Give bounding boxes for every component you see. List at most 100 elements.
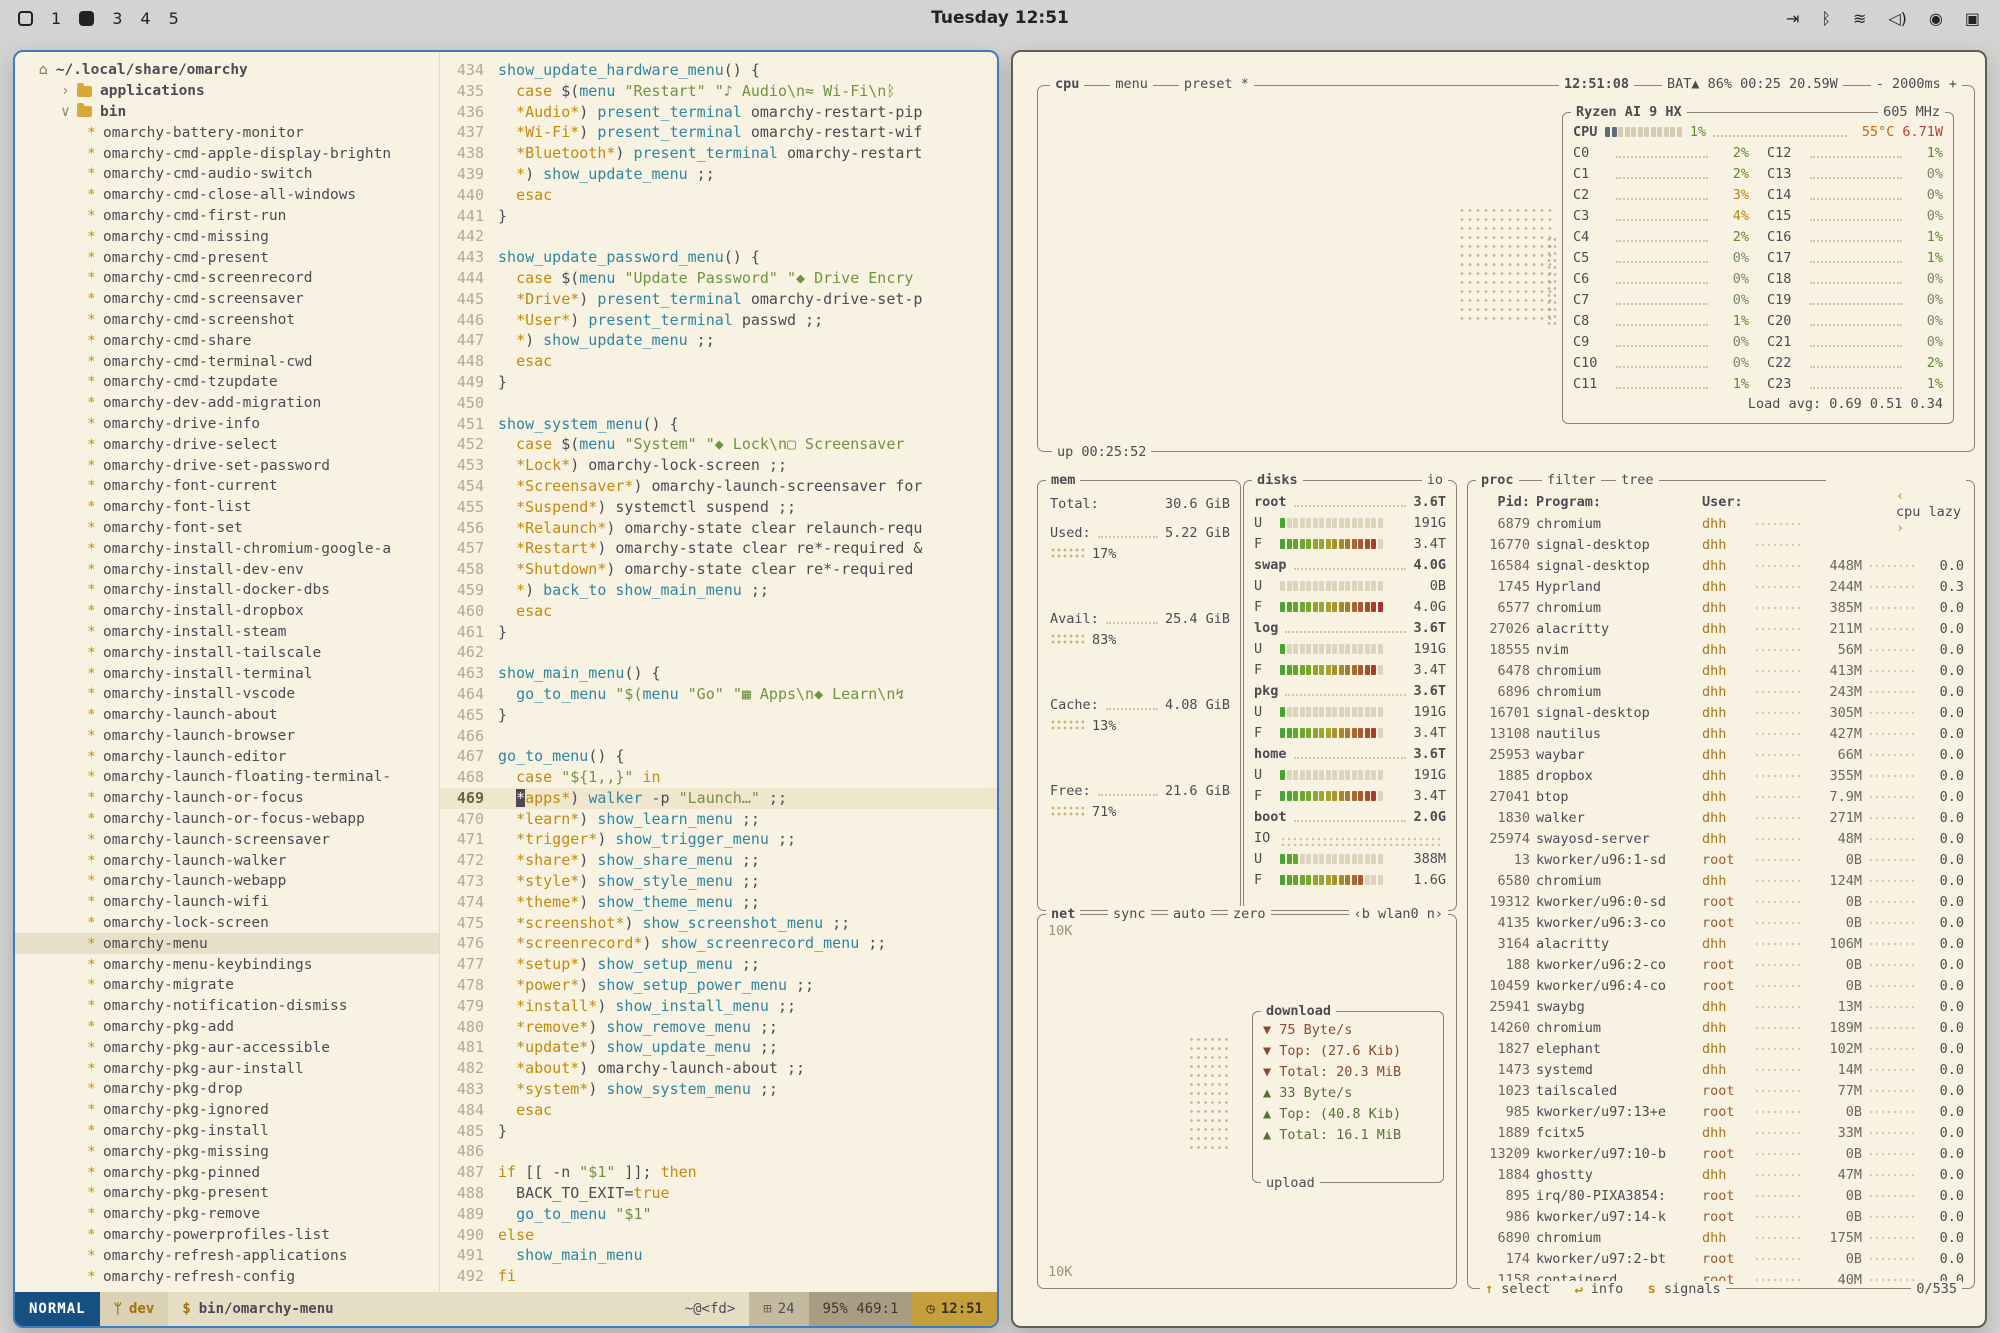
- tree-file[interactable]: *omarchy-pkg-pinned: [15, 1162, 439, 1183]
- tree-file[interactable]: *omarchy-powerprofiles-list: [15, 1225, 439, 1246]
- tree-file[interactable]: *omarchy-font-current: [15, 476, 439, 497]
- preset-button[interactable]: preset *: [1179, 76, 1254, 92]
- proc-row[interactable]: 18555nvimdhh56M0.0: [1480, 639, 1964, 660]
- tree-folder-bin[interactable]: bin: [15, 102, 439, 123]
- tree-file[interactable]: *omarchy-install-docker-dbs: [15, 580, 439, 601]
- proc-row[interactable]: 3164alacrittydhh106M0.0: [1480, 933, 1964, 954]
- code-editor[interactable]: 434show_update_hardware_menu() {435 case…: [439, 52, 997, 1292]
- tree-file[interactable]: *omarchy-pkg-install: [15, 1121, 439, 1142]
- proc-row[interactable]: 27026alacrittydhh211M0.0: [1480, 618, 1964, 639]
- tree-file[interactable]: *omarchy-cmd-screenrecord: [15, 268, 439, 289]
- tree-file[interactable]: *omarchy-launch-browser: [15, 726, 439, 747]
- mem-box-title[interactable]: mem: [1046, 472, 1080, 488]
- net-auto-button[interactable]: auto: [1168, 906, 1211, 922]
- proc-row[interactable]: 10459kworker/u96:4-coroot0B0.0: [1480, 975, 1964, 996]
- tree-file[interactable]: *omarchy-cmd-apple-display-brightn: [15, 143, 439, 164]
- disks-box-title[interactable]: disks: [1252, 472, 1303, 488]
- tree-file[interactable]: *omarchy-lock-screen: [15, 913, 439, 934]
- sort-prev-icon[interactable]: ‹: [1896, 488, 1904, 504]
- tree-file[interactable]: *omarchy-cmd-audio-switch: [15, 164, 439, 185]
- proc-footer-keys[interactable]: ↑ select ↵ info s signals: [1480, 1281, 1726, 1297]
- proc-tree-button[interactable]: tree: [1616, 472, 1659, 488]
- proc-row[interactable]: 6896chromiumdhh243M0.0: [1480, 681, 1964, 702]
- proc-sort-mode[interactable]: ‹ cpu lazy ›: [1826, 472, 1966, 552]
- tree-file[interactable]: *omarchy-pkg-present: [15, 1183, 439, 1204]
- proc-row[interactable]: 27041btopdhh7.9M0.0: [1480, 786, 1964, 807]
- tree-folder-applications[interactable]: applications: [15, 81, 439, 102]
- tree-file[interactable]: *omarchy-pkg-remove: [15, 1204, 439, 1225]
- tree-file[interactable]: *omarchy-cmd-screenshot: [15, 310, 439, 331]
- proc-row[interactable]: 6890chromiumdhh175M0.0: [1480, 1227, 1964, 1248]
- tree-file[interactable]: *omarchy-cmd-terminal-cwd: [15, 351, 439, 372]
- tree-file[interactable]: *omarchy-install-terminal: [15, 663, 439, 684]
- proc-filter-button[interactable]: filter: [1542, 472, 1601, 488]
- tree-file[interactable]: *omarchy-pkg-drop: [15, 1079, 439, 1100]
- tree-file[interactable]: *omarchy-launch-editor: [15, 746, 439, 767]
- tree-file[interactable]: *omarchy-pkg-add: [15, 1017, 439, 1038]
- net-box-title[interactable]: net: [1046, 906, 1080, 922]
- net-interface-switcher[interactable]: ‹b wlan0 n›: [1349, 906, 1448, 922]
- tree-file[interactable]: *omarchy-launch-screensaver: [15, 829, 439, 850]
- tree-file[interactable]: *omarchy-cmd-first-run: [15, 206, 439, 227]
- tree-file[interactable]: *omarchy-drive-set-password: [15, 455, 439, 476]
- proc-row[interactable]: 1473systemddhh14M0.0: [1480, 1059, 1964, 1080]
- tree-file[interactable]: *omarchy-launch-or-focus-webapp: [15, 809, 439, 830]
- proc-row[interactable]: 1884ghosttydhh47M0.0: [1480, 1164, 1964, 1185]
- tree-file[interactable]: *omarchy-launch-floating-terminal-: [15, 767, 439, 788]
- tree-file[interactable]: *omarchy-dev-add-migration: [15, 393, 439, 414]
- proc-row[interactable]: 895irq/80-PIXA3854:root0B0.0: [1480, 1185, 1964, 1206]
- proc-row[interactable]: 25953waybardhh66M0.0: [1480, 744, 1964, 765]
- proc-row[interactable]: 19312kworker/u96:0-sdroot0B0.0: [1480, 891, 1964, 912]
- tree-file[interactable]: *omarchy-menu-keybindings: [15, 954, 439, 975]
- proc-row[interactable]: 16701signal-desktopdhh305M0.0: [1480, 702, 1964, 723]
- tree-file[interactable]: *omarchy-cmd-share: [15, 330, 439, 351]
- tree-file[interactable]: *omarchy-install-tailscale: [15, 642, 439, 663]
- tree-file[interactable]: *omarchy-drive-select: [15, 434, 439, 455]
- proc-row[interactable]: 1830walkerdhh271M0.0: [1480, 807, 1964, 828]
- tree-file[interactable]: *omarchy-pkg-aur-install: [15, 1058, 439, 1079]
- tree-file[interactable]: *omarchy-launch-about: [15, 705, 439, 726]
- tree-file[interactable]: *omarchy-notification-dismiss: [15, 996, 439, 1017]
- tree-file[interactable]: *omarchy-font-list: [15, 497, 439, 518]
- tree-file[interactable]: *omarchy-menu: [15, 933, 439, 954]
- sort-next-icon[interactable]: ›: [1896, 520, 1904, 536]
- tree-file[interactable]: *omarchy-refresh-config: [15, 1266, 439, 1287]
- tree-file[interactable]: *omarchy-launch-walker: [15, 850, 439, 871]
- proc-row[interactable]: 25941swaybgdhh13M0.0: [1480, 996, 1964, 1017]
- menu-button[interactable]: menu: [1110, 76, 1153, 92]
- tree-file[interactable]: *omarchy-install-chromium-google-a: [15, 538, 439, 559]
- cpu-box-title[interactable]: cpu: [1050, 76, 1084, 92]
- proc-row[interactable]: 13108nautilusdhh427M0.0: [1480, 723, 1964, 744]
- proc-row[interactable]: 6478chromiumdhh413M0.0: [1480, 660, 1964, 681]
- proc-row[interactable]: 1745Hyprlanddhh244M0.3: [1480, 576, 1964, 597]
- proc-row[interactable]: 16584signal-desktopdhh448M0.0: [1480, 555, 1964, 576]
- proc-row[interactable]: 14260chromiumdhh189M0.0: [1480, 1017, 1964, 1038]
- tree-file[interactable]: *omarchy-cmd-missing: [15, 226, 439, 247]
- tree-root[interactable]: ~/.local/share/omarchy: [15, 60, 439, 81]
- tree-file[interactable]: *omarchy-install-vscode: [15, 684, 439, 705]
- tree-file[interactable]: *omarchy-install-steam: [15, 622, 439, 643]
- proc-row[interactable]: 985kworker/u97:13+eroot0B0.0: [1480, 1101, 1964, 1122]
- net-sync-button[interactable]: sync: [1108, 906, 1151, 922]
- tree-file[interactable]: *omarchy-cmd-tzupdate: [15, 372, 439, 393]
- proc-row[interactable]: 986kworker/u97:14-kroot0B0.0: [1480, 1206, 1964, 1227]
- tree-file[interactable]: *omarchy-install-dev-env: [15, 559, 439, 580]
- tree-file[interactable]: *omarchy-pkg-ignored: [15, 1100, 439, 1121]
- tree-file[interactable]: *omarchy-cmd-screensaver: [15, 289, 439, 310]
- proc-row[interactable]: 1023tailscaledroot77M0.0: [1480, 1080, 1964, 1101]
- proc-row[interactable]: 1885dropboxdhh355M0.0: [1480, 765, 1964, 786]
- file-tree[interactable]: ~/.local/share/omarchy applications bin …: [15, 52, 439, 1292]
- tree-file[interactable]: *omarchy-drive-info: [15, 414, 439, 435]
- proc-row[interactable]: 188kworker/u96:2-coroot0B0.0: [1480, 954, 1964, 975]
- proc-row[interactable]: 4135kworker/u96:3-coroot0B0.0: [1480, 912, 1964, 933]
- tree-file[interactable]: *omarchy-font-set: [15, 518, 439, 539]
- proc-row[interactable]: 1827elephantdhh102M0.0: [1480, 1038, 1964, 1059]
- proc-row[interactable]: 13kworker/u96:1-sdroot0B0.0: [1480, 849, 1964, 870]
- tree-file[interactable]: *omarchy-launch-webapp: [15, 871, 439, 892]
- io-toggle[interactable]: io: [1422, 472, 1448, 488]
- net-zero-button[interactable]: zero: [1228, 906, 1271, 922]
- proc-row[interactable]: 1889fcitx5dhh33M0.0: [1480, 1122, 1964, 1143]
- proc-row[interactable]: 25974swayosd-serverdhh48M0.0: [1480, 828, 1964, 849]
- proc-box-title[interactable]: proc: [1476, 472, 1519, 488]
- tree-file[interactable]: *omarchy-battery-monitor: [15, 122, 439, 143]
